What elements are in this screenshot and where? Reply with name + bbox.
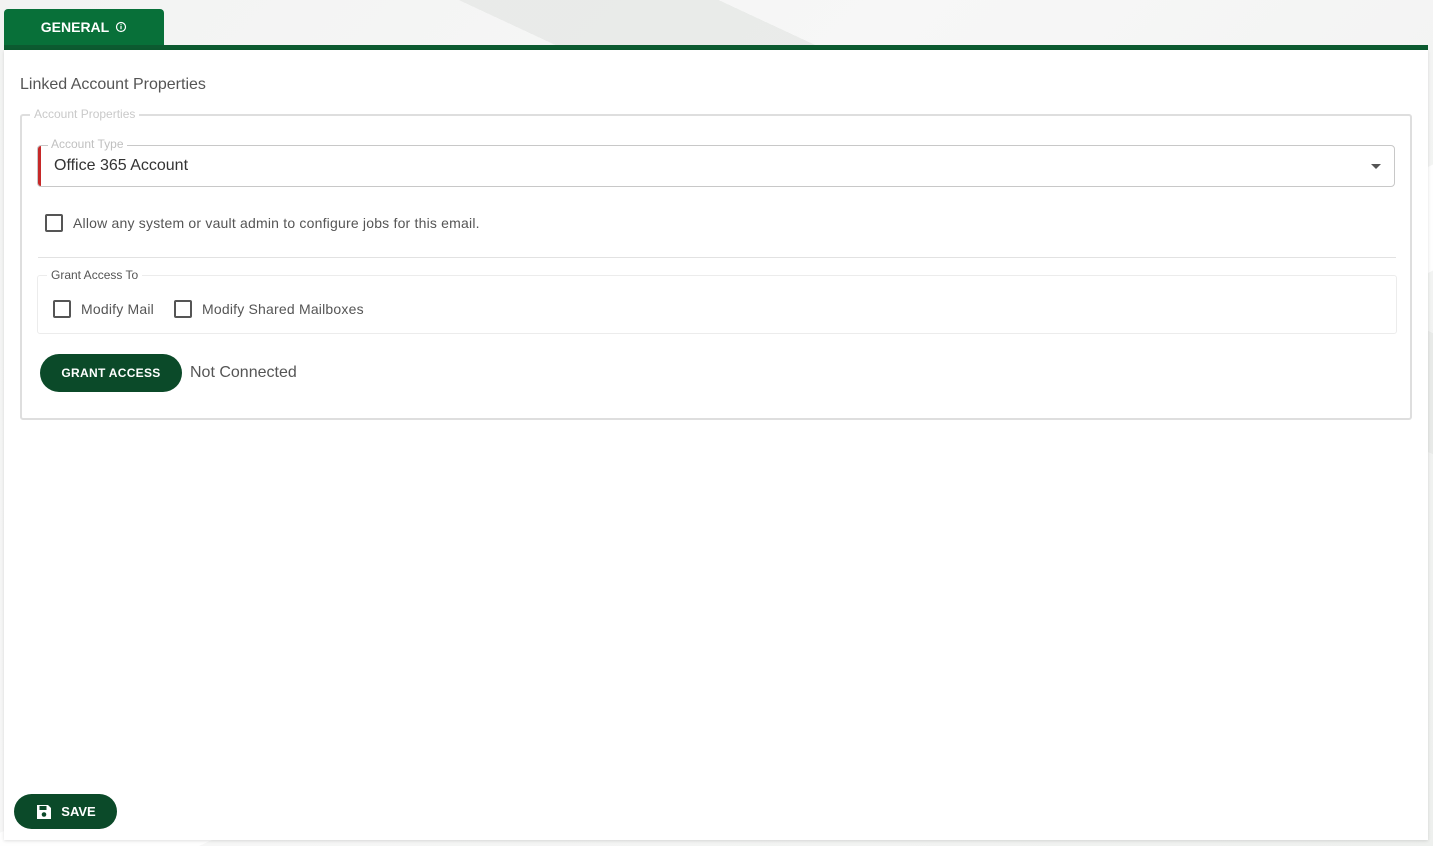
account-type-select[interactable]: Account Type Office 365 Account	[37, 137, 1395, 187]
modify-mail-row: Modify Mail	[53, 300, 154, 318]
grant-access-button[interactable]: GRANT ACCESS	[40, 354, 182, 392]
allow-admin-checkbox[interactable]	[45, 214, 63, 232]
divider	[38, 257, 1396, 258]
grant-access-legend: Grant Access To	[47, 268, 143, 282]
account-type-value: Office 365 Account	[54, 157, 189, 174]
account-type-label: Account Type	[48, 137, 127, 151]
account-properties-legend: Account Properties	[30, 107, 140, 121]
save-button[interactable]: SAVE	[14, 794, 117, 829]
modify-mail-label[interactable]: Modify Mail	[81, 301, 154, 317]
floppy-disk-icon	[37, 804, 52, 819]
allow-admin-label[interactable]: Allow any system or vault admin to confi…	[73, 215, 480, 231]
modify-shared-mailboxes-checkbox[interactable]	[174, 300, 192, 318]
page-title: Linked Account Properties	[20, 76, 206, 93]
allow-admin-row: Allow any system or vault admin to confi…	[45, 214, 480, 232]
tab-general-label: GENERAL	[40, 19, 110, 35]
connection-status: Not Connected	[190, 364, 297, 381]
caret-down-icon[interactable]	[1371, 164, 1381, 169]
account-properties-fieldset: Account Properties Account Type Office 3…	[20, 107, 1412, 420]
info-icon	[116, 21, 127, 33]
modify-shared-mailboxes-label[interactable]: Modify Shared Mailboxes	[202, 301, 364, 317]
modify-mail-checkbox[interactable]	[53, 300, 71, 318]
tab-general[interactable]: GENERAL	[4, 9, 164, 45]
modify-shared-mailboxes-row: Modify Shared Mailboxes	[174, 300, 364, 318]
general-panel: Linked Account Properties Account Proper…	[4, 50, 1428, 840]
save-label: SAVE	[61, 804, 96, 819]
grant-access-fieldset: Grant Access To Modify Mail Modify Share…	[37, 268, 1397, 334]
